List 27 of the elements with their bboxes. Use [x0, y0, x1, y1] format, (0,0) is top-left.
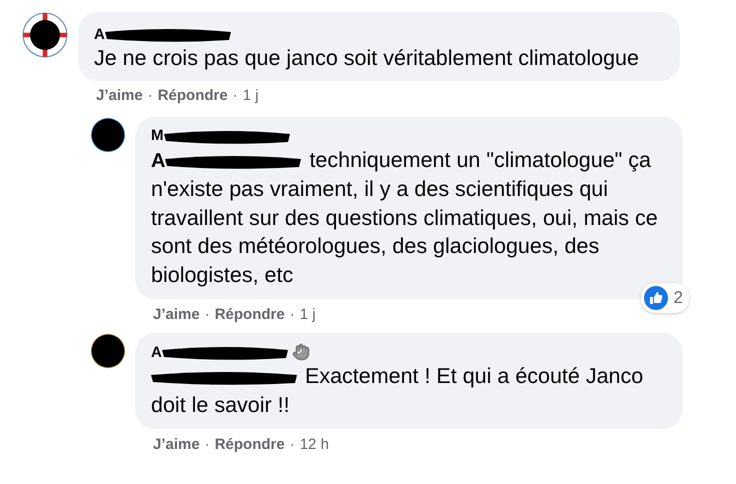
like-link[interactable]: J’aime: [96, 87, 143, 104]
comment-time[interactable]: 1 j: [300, 306, 316, 322]
comment-time[interactable]: 1 j: [242, 87, 259, 104]
author-name[interactable]: A: [94, 26, 105, 42]
separator-dot: ·: [232, 87, 238, 104]
avatar-icon[interactable]: [90, 333, 126, 369]
separator-dot: ·: [148, 87, 153, 104]
reply-link[interactable]: Répondre: [214, 436, 285, 452]
reply-link[interactable]: Répondre: [158, 87, 228, 104]
mention-link[interactable]: A: [151, 150, 166, 172]
reaction-badge[interactable]: 2: [640, 283, 689, 313]
author-name[interactable]: A: [151, 344, 162, 360]
like-link[interactable]: J’aime: [153, 436, 200, 452]
like-link[interactable]: J’aime: [153, 306, 200, 322]
separator-dot: ·: [204, 436, 210, 452]
thumbs-up-icon: [644, 286, 668, 310]
comment-time[interactable]: 12 h: [300, 436, 329, 452]
avatar-icon[interactable]: [90, 116, 126, 152]
separator-dot: ·: [290, 306, 295, 322]
avatar-icon[interactable]: [22, 12, 68, 58]
separator-dot: ·: [204, 306, 210, 322]
author-name[interactable]: M: [151, 127, 164, 144]
comment-text: Je ne crois pas que janco soit véritablement climatologue: [94, 45, 640, 72]
separator-dot: ·: [290, 436, 295, 452]
reply-link[interactable]: Répondre: [214, 306, 285, 322]
comment-text: Exactement ! Et qui a écouté Janco doit le savoir !!: [151, 363, 644, 418]
reaction-count: 2: [674, 288, 683, 308]
